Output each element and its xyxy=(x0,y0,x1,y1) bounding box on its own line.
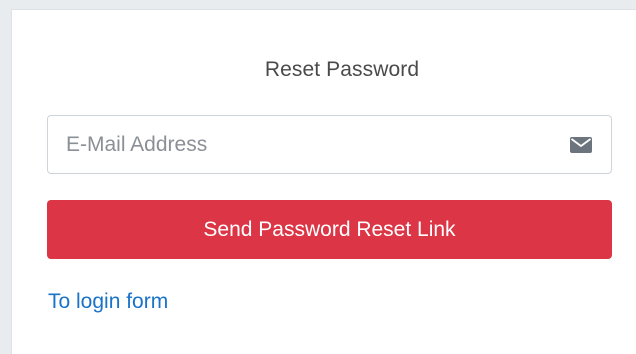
email-input-group xyxy=(47,115,612,174)
page-title: Reset Password xyxy=(264,58,420,81)
send-reset-link-button[interactable]: Send Password Reset Link xyxy=(47,200,612,259)
login-form-link[interactable]: To login form xyxy=(48,290,168,314)
reset-password-card: Reset Password Send Password Reset Link … xyxy=(11,9,636,354)
envelope-icon xyxy=(570,136,592,153)
email-input[interactable] xyxy=(48,116,570,173)
